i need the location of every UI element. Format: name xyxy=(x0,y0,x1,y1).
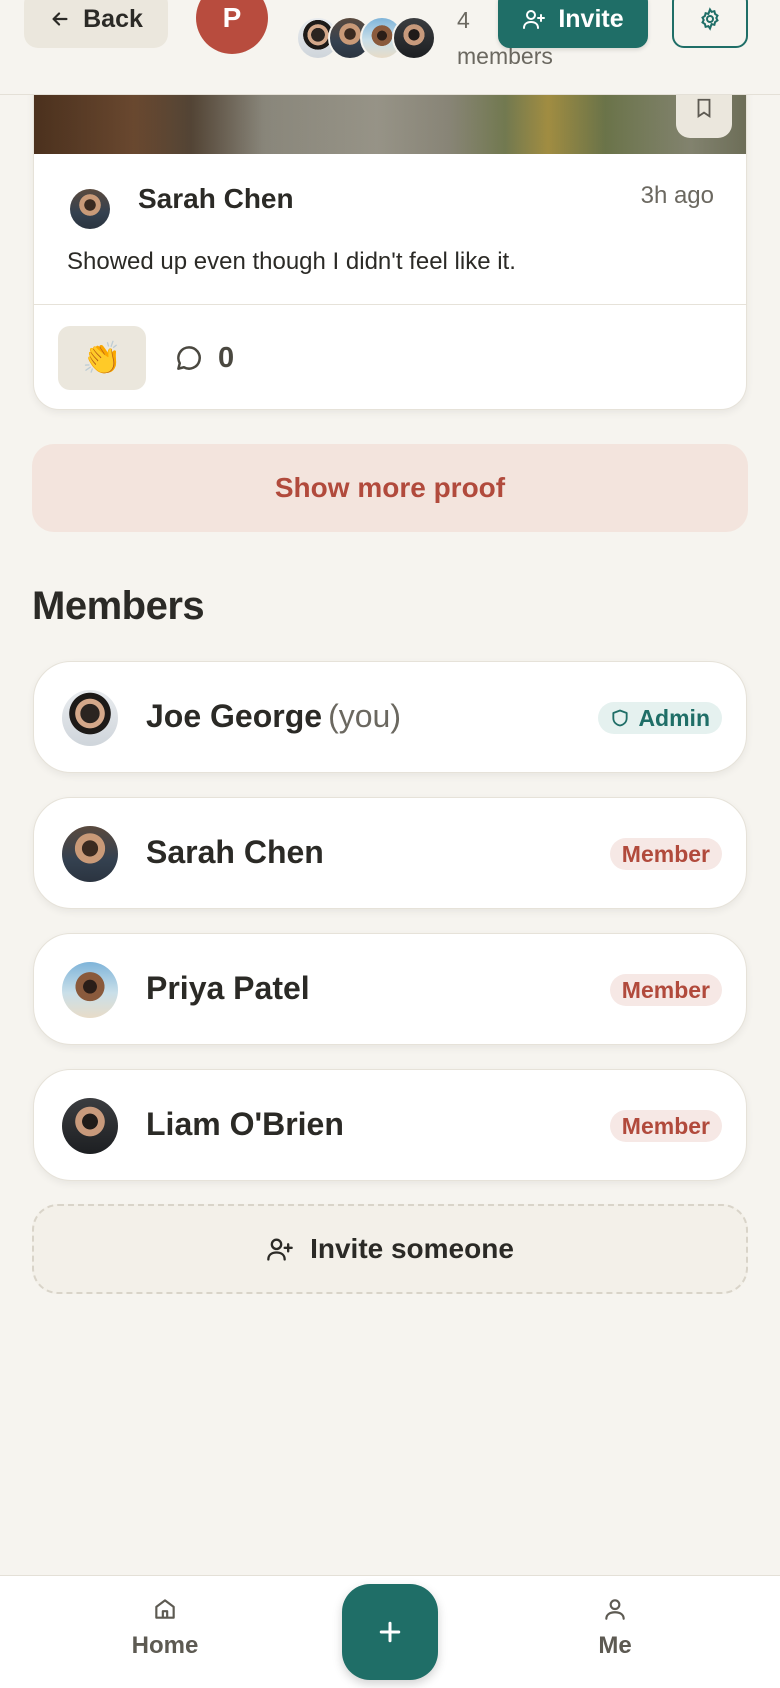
member-row-joe-george[interactable]: Joe George (you) Admin xyxy=(33,661,747,773)
invite-button[interactable]: Invite xyxy=(498,0,648,48)
arrow-left-icon xyxy=(52,12,68,26)
gear-icon xyxy=(701,7,719,31)
plus-icon xyxy=(379,1621,401,1643)
user-icon xyxy=(605,1599,625,1620)
post-caption: Showed up even though I didn't feel like… xyxy=(67,248,516,275)
you-indicator: (you) xyxy=(328,698,401,734)
nav-home[interactable]: Home xyxy=(95,1596,235,1676)
role-badge-member: Member xyxy=(609,838,722,870)
member-row-liam-obrien[interactable]: Liam O'Brien Member xyxy=(33,1069,747,1181)
show-more-proof-button[interactable]: Show more proof xyxy=(32,444,748,532)
avatar xyxy=(62,962,118,1018)
comment-button[interactable]: 0 xyxy=(174,340,234,376)
avatar xyxy=(62,690,118,746)
nav-home-label: Home xyxy=(131,1632,199,1659)
post-author-name[interactable]: Sarah Chen xyxy=(138,183,294,215)
role-label: Admin xyxy=(638,704,710,731)
member-avatar-stack[interactable] xyxy=(296,16,436,60)
user-plus-icon xyxy=(267,1238,293,1261)
invite-someone-label: Invite someone xyxy=(310,1233,514,1264)
invite-someone-button[interactable]: Invite someone xyxy=(32,1204,748,1294)
card-divider xyxy=(34,304,746,305)
post-timestamp: 3h ago xyxy=(640,182,714,209)
clap-icon: 👏 xyxy=(82,340,122,376)
member-name: Joe George xyxy=(146,698,323,734)
member-row-sarah-chen[interactable]: Sarah Chen Member xyxy=(33,797,747,909)
home-icon xyxy=(155,1599,175,1619)
avatar xyxy=(62,826,118,882)
member-row-priya-patel[interactable]: Priya Patel Member xyxy=(33,933,747,1045)
user-plus-icon xyxy=(523,10,546,29)
comment-count: 0 xyxy=(218,341,235,374)
group-header: Back P 4 members Invite xyxy=(0,0,780,95)
clap-reaction-button[interactable]: 👏 xyxy=(58,326,146,390)
member-name-row: Joe George (you) xyxy=(146,698,401,735)
back-button[interactable]: Back xyxy=(24,0,168,48)
post-author-avatar[interactable] xyxy=(70,189,110,229)
avatar xyxy=(392,16,436,60)
group-avatar[interactable]: P xyxy=(196,0,268,54)
nav-me-label: Me xyxy=(598,1632,632,1659)
member-name: Priya Patel xyxy=(146,970,310,1006)
bookmark-icon xyxy=(697,98,711,118)
back-label: Back xyxy=(83,4,143,33)
members-heading: Members xyxy=(32,584,205,628)
role-badge-member: Member xyxy=(609,974,722,1006)
settings-button[interactable] xyxy=(672,0,748,48)
member-name: Liam O'Brien xyxy=(146,1106,344,1142)
comment-icon xyxy=(177,346,201,370)
avatar xyxy=(62,1098,118,1154)
add-proof-button[interactable] xyxy=(342,1584,438,1680)
nav-me[interactable]: Me xyxy=(545,1596,685,1676)
member-name: Sarah Chen xyxy=(146,834,324,870)
invite-label: Invite xyxy=(558,4,624,33)
role-badge-admin: Admin xyxy=(598,702,722,734)
shield-icon xyxy=(612,709,629,727)
photo-detail xyxy=(34,95,746,154)
role-badge-member: Member xyxy=(609,1110,722,1142)
